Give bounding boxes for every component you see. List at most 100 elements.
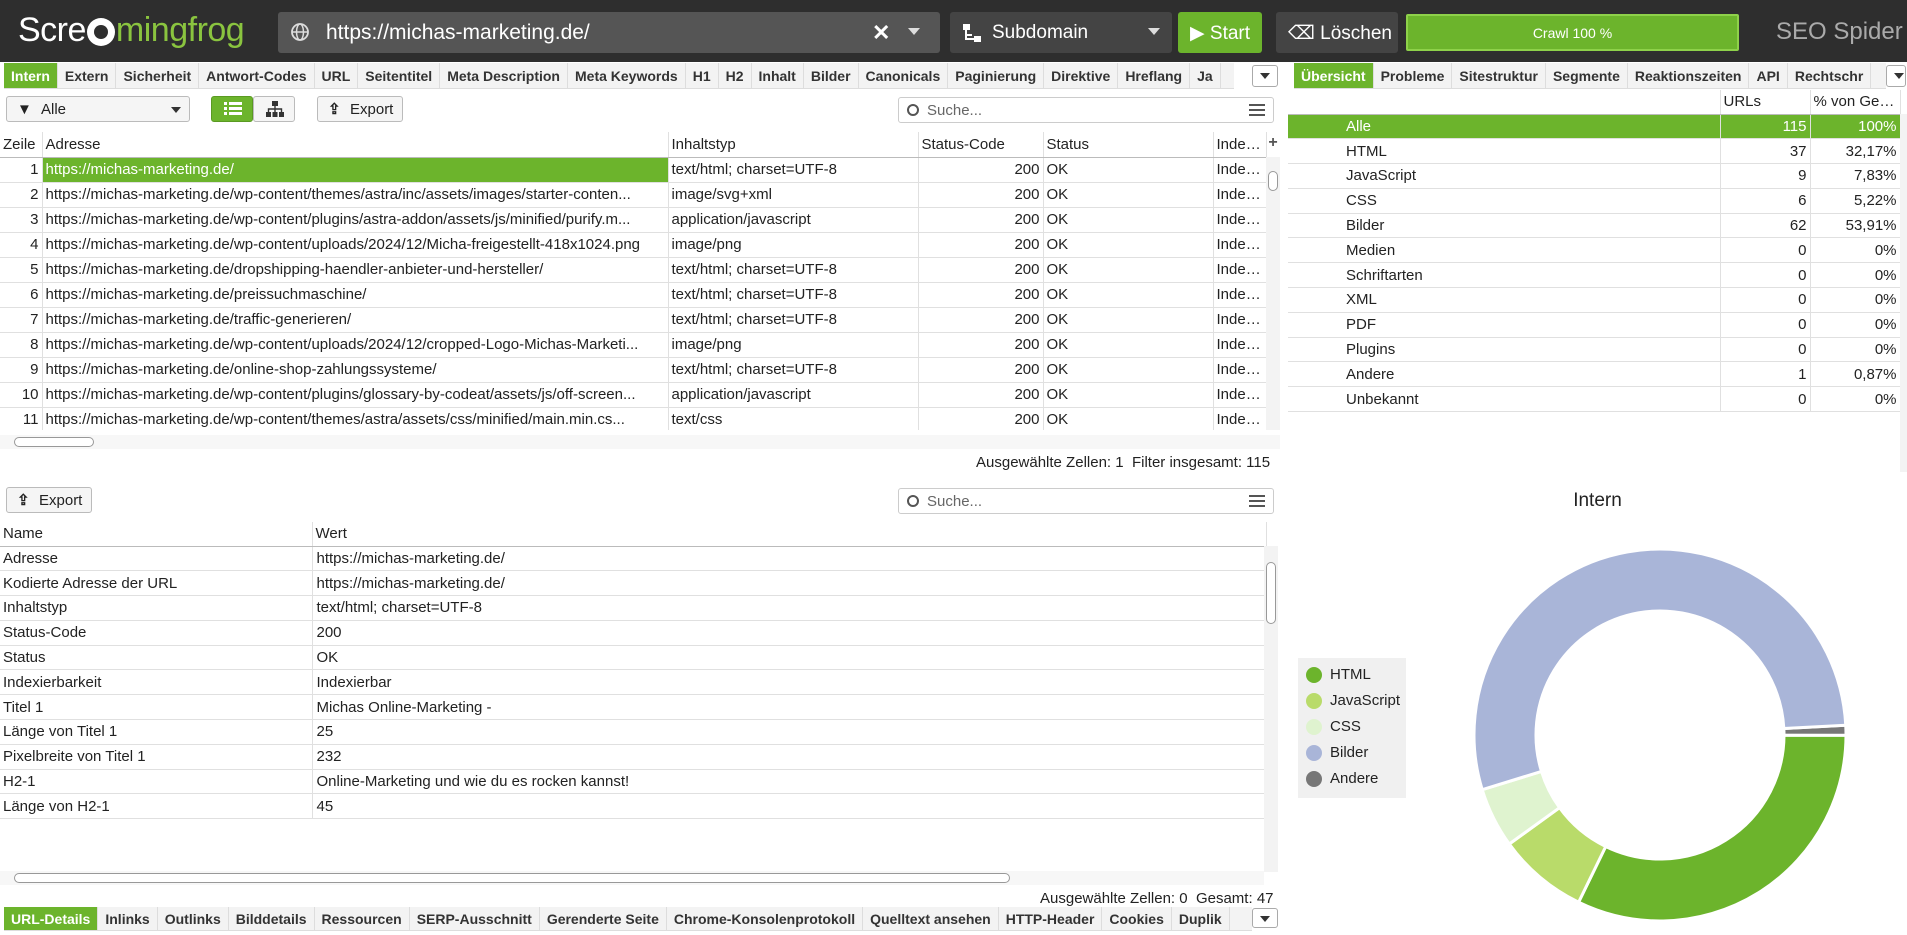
tab-main-1[interactable]: Extern [58, 63, 117, 88]
tab-right-4[interactable]: Reaktionszeiten [1628, 63, 1750, 88]
url-col-header-0[interactable]: Zeile [0, 132, 43, 158]
tab-main-6[interactable]: Meta Description [440, 63, 568, 88]
bottom-more-tabs-icon[interactable] [1252, 908, 1278, 928]
tab-main-10[interactable]: Inhalt [752, 63, 804, 88]
details-row[interactable]: Titel 1 Michas Online-Marketing - [0, 694, 1267, 721]
tab-main-15[interactable]: Hreflang [1118, 63, 1191, 88]
details-row[interactable]: Länge von Titel 1 25 [0, 719, 1267, 745]
overview-row[interactable]: Andere 1 0,87% [1288, 361, 1901, 388]
tab-right-6[interactable]: Rechtschr [1788, 63, 1872, 88]
crawl-mode-select[interactable]: Subdomain [950, 12, 1172, 53]
table-row[interactable]: 6 https://michas-marketing.de/preissuchma… [0, 282, 1267, 308]
tab-right-0[interactable]: Übersicht [1294, 63, 1374, 88]
details-row[interactable]: Indexierbarkeit Indexierbar [0, 669, 1267, 696]
table-row[interactable]: 8 https://michas-marketing.de/wp-content/… [0, 332, 1267, 358]
url-col-header-5[interactable]: Indexie [1213, 132, 1267, 158]
overview-row[interactable]: Schriftarten 0 0% [1288, 262, 1901, 289]
overview-row[interactable]: Unbekannt 0 0% [1288, 386, 1901, 413]
tab-bottom-7[interactable]: Chrome-Konsolenprotokoll [667, 907, 864, 930]
table-row[interactable]: 1 https://michas-marketing.de/text/html; … [0, 157, 1267, 183]
overview-row[interactable]: Alle 115 100% [1288, 114, 1901, 140]
tab-main-9[interactable]: H2 [719, 63, 752, 88]
tab-bottom-2[interactable]: Outlinks [158, 907, 229, 930]
overview-row[interactable]: HTML 37 32,17% [1288, 138, 1901, 165]
overview-row[interactable]: JavaScript 9 7,83% [1288, 163, 1901, 189]
overview-vertical-scrollbar[interactable] [1900, 114, 1907, 472]
tab-bottom-3[interactable]: Bilddetails [229, 907, 315, 930]
url-history-chevron-icon[interactable] [908, 28, 920, 35]
url-col-header-4[interactable]: Status [1043, 132, 1214, 158]
details-search-input[interactable]: Suche... [898, 488, 1274, 514]
overview-col-header-2[interactable]: % von Ges... [1810, 90, 1901, 115]
tab-main-11[interactable]: Bilder [804, 63, 859, 88]
tab-bottom-4[interactable]: Ressourcen [315, 907, 410, 930]
tab-bottom-9[interactable]: HTTP-Header [999, 907, 1103, 930]
tab-bottom-8[interactable]: Quelltext ansehen [863, 907, 999, 930]
tab-bottom-5[interactable]: SERP-Ausschnitt [410, 907, 540, 930]
overview-row[interactable]: Medien 0 0% [1288, 237, 1901, 264]
overview-row[interactable]: PDF 0 0% [1288, 312, 1901, 338]
tab-right-5[interactable]: API [1749, 63, 1788, 88]
details-row[interactable]: Länge von H2-1 45 [0, 793, 1267, 820]
tab-main-8[interactable]: H1 [686, 63, 719, 88]
overview-row[interactable]: Plugins 0 0% [1288, 337, 1901, 363]
overview-more-tabs-icon[interactable] [1886, 65, 1906, 87]
details-row[interactable]: Status OK [0, 645, 1267, 671]
url-input[interactable]: https://michas-marketing.de/ ✕ [278, 12, 940, 53]
details-col-header-0[interactable]: Name [0, 522, 313, 547]
table-row[interactable]: 5 https://michas-marketing.de/dropshippin… [0, 257, 1267, 283]
details-row[interactable]: Adresse https://michas-marketing.de/ [0, 546, 1267, 572]
overview-col-header-0[interactable] [1288, 90, 1721, 115]
details-export-button[interactable]: ⇪ Export [6, 487, 92, 513]
search-settings-icon[interactable] [1249, 495, 1265, 507]
details-row[interactable]: Status-Code 200 [0, 620, 1267, 646]
details-row[interactable]: Inhaltstyp text/html; charset=UTF-8 [0, 595, 1267, 621]
tab-main-7[interactable]: Meta Keywords [568, 63, 686, 88]
details-col-header-1[interactable]: Wert [312, 522, 1267, 547]
tab-bottom-10[interactable]: Cookies [1102, 907, 1172, 930]
url-col-header-3[interactable]: Status-Code [918, 132, 1044, 158]
clear-button[interactable]: ⌫ Löschen [1276, 12, 1398, 53]
table-row[interactable]: 11 https://michas-marketing.de/wp-content… [0, 407, 1267, 430]
tab-bottom-11[interactable]: Duplik [1172, 907, 1230, 930]
tab-main-0[interactable]: Intern [4, 63, 58, 88]
table-row[interactable]: 9 https://michas-marketing.de/online-shop… [0, 357, 1267, 383]
table-row[interactable]: 2 https://michas-marketing.de/wp-content/… [0, 182, 1267, 208]
tab-bottom-1[interactable]: Inlinks [98, 907, 158, 930]
url-table-horizontal-scrollbar[interactable] [0, 435, 1280, 449]
tree-view-button[interactable] [253, 96, 295, 122]
tab-right-3[interactable]: Segmente [1546, 63, 1628, 88]
table-row[interactable]: 4 https://michas-marketing.de/wp-content/… [0, 232, 1267, 258]
details-vertical-scrollbar[interactable] [1264, 546, 1278, 872]
tab-main-5[interactable]: Seitentitel [358, 63, 441, 88]
table-row[interactable]: 7 https://michas-marketing.de/traffic-gen… [0, 307, 1267, 333]
start-button[interactable]: ▶ Start [1178, 12, 1262, 53]
details-row[interactable]: Kodierte Adresse der URL https://michas-m… [0, 570, 1267, 597]
tab-main-14[interactable]: Direktive [1044, 63, 1119, 88]
clear-url-icon[interactable]: ✕ [872, 20, 890, 46]
details-row[interactable]: Pixelbreite von Titel 1 232 [0, 744, 1267, 770]
export-button[interactable]: ⇪ Export [317, 96, 403, 122]
tab-main-16[interactable]: Ja [1190, 63, 1221, 88]
tab-main-13[interactable]: Paginierung [948, 63, 1045, 88]
tab-bottom-0[interactable]: URL-Details [4, 907, 99, 930]
tab-bottom-6[interactable]: Gerenderte Seite [540, 907, 667, 930]
overview-row[interactable]: Bilder 62 53,91% [1288, 213, 1901, 239]
overview-row[interactable]: CSS 6 5,22% [1288, 188, 1901, 214]
tab-right-2[interactable]: Sitestruktur [1452, 63, 1546, 88]
tab-main-4[interactable]: URL [315, 63, 359, 88]
url-col-header-2[interactable]: Inhaltstyp [668, 132, 919, 158]
url-table-vertical-scrollbar[interactable] [1266, 157, 1280, 430]
overview-row[interactable]: XML 0 0% [1288, 287, 1901, 313]
overview-col-header-1[interactable]: URLs [1720, 90, 1811, 115]
url-col-header-1[interactable]: Adresse [42, 132, 669, 158]
tab-right-1[interactable]: Probleme [1374, 63, 1453, 88]
table-row[interactable]: 10 https://michas-marketing.de/wp-content… [0, 382, 1267, 408]
search-input[interactable]: Suche... [898, 97, 1274, 123]
list-view-button[interactable] [211, 96, 253, 122]
details-horizontal-scrollbar[interactable] [0, 871, 1264, 885]
details-row[interactable]: H2-1 Online-Marketing und wie du es rocke… [0, 769, 1267, 795]
tab-main-12[interactable]: Canonicals [859, 63, 949, 88]
table-row[interactable]: 3 https://michas-marketing.de/wp-content/… [0, 207, 1267, 233]
more-tabs-chevron-icon[interactable] [1252, 65, 1278, 87]
